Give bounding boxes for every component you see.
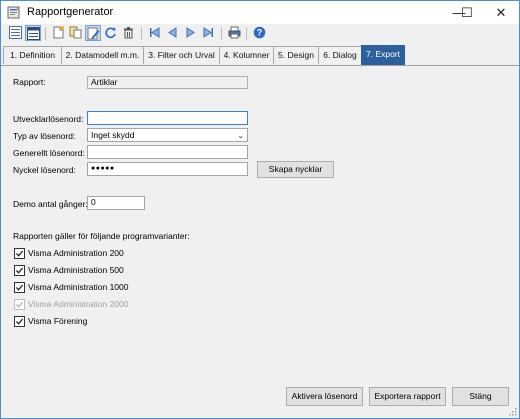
tab-strip: 1. Definition 2. Datamodell m.m. 3. Filt…	[1, 45, 519, 66]
svg-text:?: ?	[257, 28, 263, 38]
list-view-icon[interactable]	[8, 25, 23, 40]
variant-label: Visma Administration 500	[28, 265, 124, 275]
tab-dialog[interactable]: 6. Dialog	[318, 46, 362, 64]
variant-label: Visma Administration 1000	[28, 282, 129, 292]
details-view-icon[interactable]	[25, 25, 41, 41]
first-record-icon[interactable]	[147, 25, 162, 40]
tab-design[interactable]: 5. Design	[273, 46, 319, 64]
help-icon[interactable]: ?	[252, 25, 267, 40]
export-report-button[interactable]: Exportera rapport	[369, 387, 446, 406]
close-button[interactable]: Stäng	[452, 387, 509, 406]
developer-password-label: Utvecklarlösenord:	[13, 114, 84, 124]
general-password-label: Generellt lösenord:	[13, 148, 85, 158]
password-type-label: Typ av lösenord:	[13, 131, 76, 141]
checkbox[interactable]	[14, 265, 25, 276]
password-type-select[interactable]: Inget skydd ⌄	[87, 128, 248, 142]
copy-icon[interactable]	[68, 25, 83, 40]
toolbar-separator	[221, 27, 222, 40]
toolbar-separator	[141, 27, 142, 40]
variant-label: Visma Administration 2000	[28, 299, 129, 309]
demo-count-label: Demo antal gånger:	[13, 199, 88, 209]
next-record-icon[interactable]	[183, 25, 198, 40]
toolbar-separator	[246, 27, 247, 40]
password-type-value: Inget skydd	[91, 130, 135, 140]
resize-grip-icon[interactable]	[507, 406, 517, 416]
edit-icon[interactable]	[85, 25, 101, 41]
checkbox-disabled	[14, 299, 25, 310]
tab-definition[interactable]: 1. Definition	[3, 46, 62, 64]
app-icon	[7, 5, 21, 19]
tab-kolumner[interactable]: 4. Kolumner	[219, 46, 274, 64]
rapport-field: Artiklar	[87, 76, 248, 89]
demo-count-input[interactable]: 0	[87, 196, 145, 210]
checkbox[interactable]	[14, 282, 25, 293]
window-title: Rapportgenerator	[27, 6, 114, 18]
activate-password-button[interactable]: Aktivera lösenord	[286, 387, 363, 406]
title-bar: Rapportgenerator — ☐ ✕	[1, 1, 519, 24]
previous-record-icon[interactable]	[165, 25, 180, 40]
tab-filter-och-urval[interactable]: 3. Filter och Urval	[143, 46, 220, 64]
tab-datamodell[interactable]: 2. Datamodell m.m.	[61, 46, 144, 64]
rapport-label: Rapport:	[13, 77, 46, 87]
key-password-input[interactable]: ●●●●●	[87, 162, 248, 176]
variant-label: Visma Administration 200	[28, 248, 124, 258]
developer-password-input[interactable]	[87, 111, 248, 125]
refresh-icon[interactable]	[103, 25, 118, 40]
tab-export[interactable]: 7. Export	[361, 45, 405, 65]
checkbox[interactable]	[14, 316, 25, 327]
maximize-button[interactable]: ☐	[449, 1, 485, 24]
last-record-icon[interactable]	[201, 25, 216, 40]
create-keys-button[interactable]: Skapa nycklar	[257, 161, 334, 178]
toolbar: ?	[1, 24, 519, 44]
report-generator-window: Rapportgenerator — ☐ ✕ ? 1. Definition 2…	[0, 0, 520, 419]
new-icon[interactable]	[51, 25, 66, 40]
key-password-label: Nyckel lösenord:	[13, 165, 76, 175]
general-password-input[interactable]	[87, 145, 248, 159]
checkbox[interactable]	[14, 248, 25, 259]
close-window-button[interactable]: ✕	[483, 1, 519, 24]
toolbar-separator	[45, 27, 46, 40]
variants-heading: Rapporten gäller för följande programvar…	[13, 231, 190, 241]
print-icon[interactable]	[227, 25, 242, 40]
chevron-down-icon: ⌄	[237, 131, 244, 140]
delete-icon[interactable]	[121, 25, 136, 40]
variant-label: Visma Förening	[28, 316, 88, 326]
